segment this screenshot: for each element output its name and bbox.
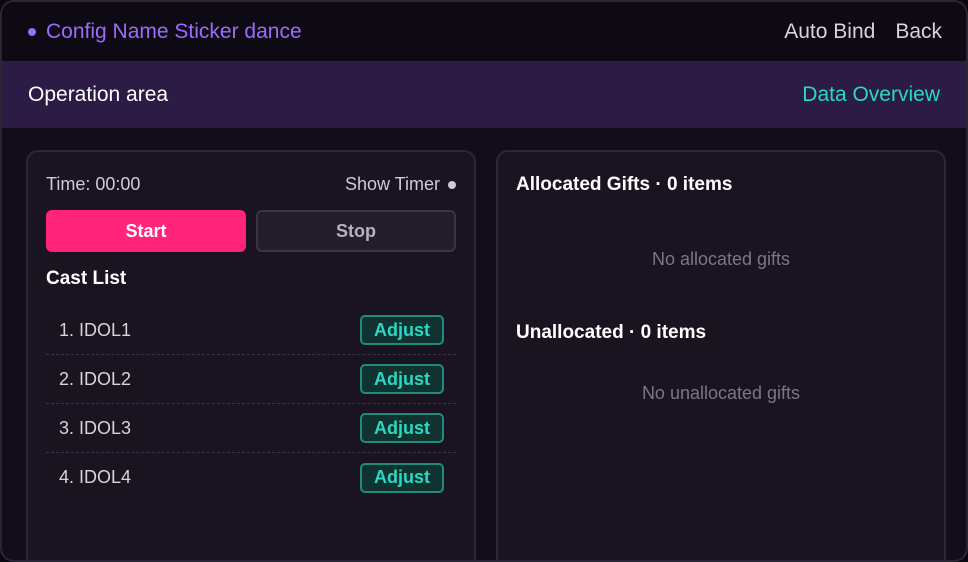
list-item: 1. IDOL1 Adjust (46, 306, 456, 355)
cast-name: 2. IDOL2 (59, 368, 132, 389)
app-window: Config Name Sticker dance Auto Bind Back… (0, 0, 968, 562)
adjust-button[interactable]: Adjust (360, 315, 444, 345)
start-button[interactable]: Start (46, 210, 246, 252)
list-item: 2. IDOL2 Adjust (46, 355, 456, 404)
auto-bind-button[interactable]: Auto Bind (784, 20, 875, 44)
data-overview-link[interactable]: Data Overview (802, 83, 940, 107)
time-display: Time: 00:00 (46, 174, 141, 194)
status-dot-icon (28, 27, 36, 36)
back-button[interactable]: Back (895, 20, 942, 44)
cast-name: 1. IDOL1 (59, 319, 132, 340)
cast-list: 1. IDOL1 Adjust 2. IDOL2 Adjust 3. IDOL3… (46, 306, 456, 502)
list-item: 4. IDOL4 Adjust (46, 453, 456, 502)
adjust-button[interactable]: Adjust (360, 364, 444, 394)
allocated-gifts-title: Allocated Gifts · 0 items (516, 174, 733, 195)
timer-row: Time: 00:00 Show Timer (46, 174, 456, 195)
toggle-dot-icon (448, 180, 456, 189)
control-panel: Time: 00:00 Show Timer Start Stop Cast L… (26, 150, 476, 560)
allocated-empty-text: No allocated gifts (651, 249, 791, 269)
cast-name: 3. IDOL3 (59, 417, 132, 438)
cast-list-title: Cast List (46, 268, 127, 289)
stop-button[interactable]: Stop (256, 210, 456, 252)
show-timer-label: Show Timer (344, 174, 440, 194)
gifts-panel: Allocated Gifts · 0 items No allocated g… (496, 150, 946, 560)
timer-controls: Start Stop (46, 210, 456, 252)
adjust-button[interactable]: Adjust (360, 462, 444, 493)
operation-bar: Operation area Data Overview (2, 62, 966, 128)
operation-area-title: Operation area (28, 83, 169, 106)
top-bar-actions: Auto Bind Back (784, 20, 942, 44)
list-item: 3. IDOL3 Adjust (46, 404, 456, 453)
cast-name: 4. IDOL4 (59, 467, 132, 487)
show-timer-toggle[interactable]: Show Timer (345, 174, 456, 195)
top-bar: Config Name Sticker dance Auto Bind Back (2, 2, 966, 62)
adjust-button[interactable]: Adjust (360, 413, 444, 443)
unallocated-empty-text: No unallocated gifts (641, 383, 801, 403)
config-name: Config Name Sticker dance (46, 19, 302, 43)
unallocated-gifts-title: Unallocated · 0 items (516, 322, 707, 343)
